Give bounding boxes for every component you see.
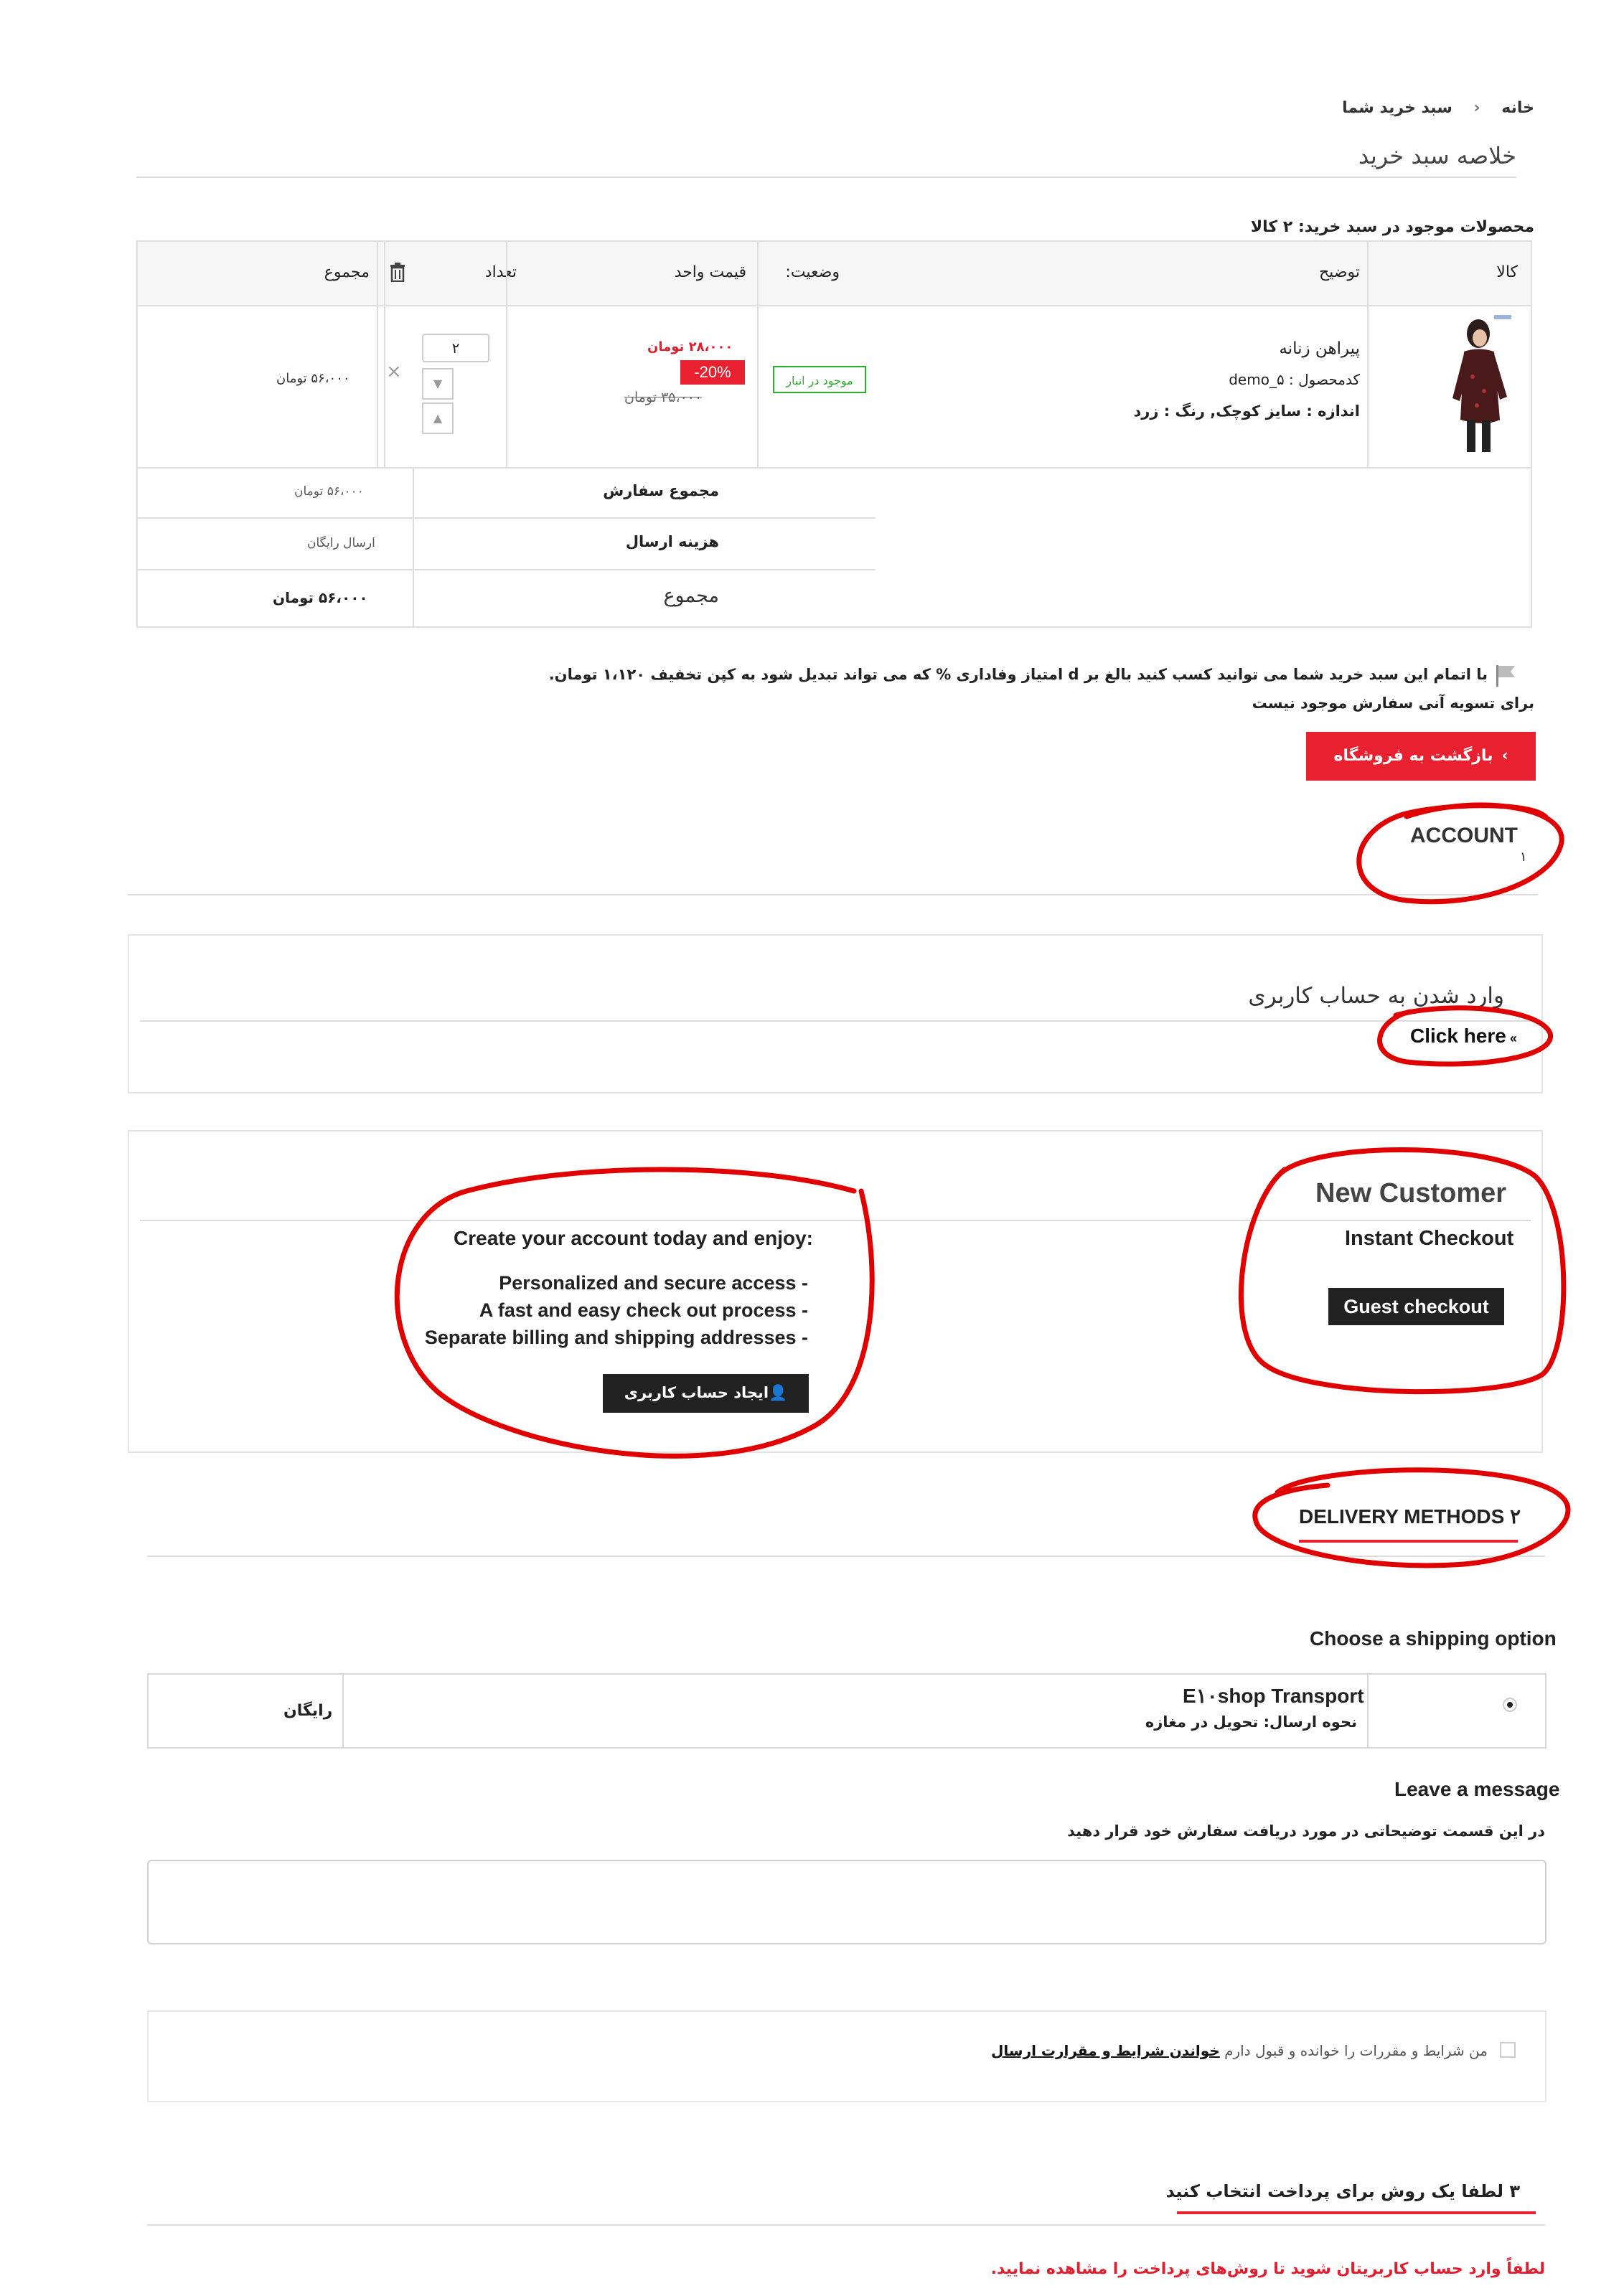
new-customer-divider bbox=[140, 1220, 1531, 1221]
instant-checkout-label: Instant Checkout bbox=[1345, 1227, 1514, 1250]
shipping-col-sep bbox=[1367, 1673, 1369, 1749]
summary-col-sep bbox=[413, 467, 414, 628]
cart-table: کالا توضیح وضعیت: قیمت واحد تعداد مجموع … bbox=[136, 240, 1532, 628]
delivery-underline bbox=[1299, 1540, 1518, 1543]
radio-dot-icon bbox=[1507, 1702, 1513, 1708]
login-panel bbox=[128, 934, 1543, 1093]
shipping-option-label: Choose a shipping option bbox=[1310, 1627, 1557, 1650]
summary-order-label: مجموع سفارش bbox=[603, 482, 719, 499]
title-divider bbox=[136, 177, 1516, 178]
voucher-text: برای تسویه آنی سفارش موجود نیست bbox=[1252, 695, 1534, 712]
summary-sep bbox=[136, 569, 876, 570]
th-total: مجموع bbox=[324, 263, 370, 281]
th-status: وضعیت: bbox=[785, 263, 840, 281]
loyalty-text: با اتمام این سبد خرید شما می توانید کسب … bbox=[548, 666, 1488, 683]
flag-icon bbox=[1495, 664, 1516, 691]
arrow-icon: « bbox=[1506, 1031, 1517, 1045]
th-unit-price: قیمت واحد bbox=[674, 263, 746, 281]
remove-item-icon[interactable]: × bbox=[386, 361, 402, 382]
chevron-left-icon: ‹ bbox=[1473, 99, 1480, 117]
price-old: ۳۵،۰۰۰ تومان bbox=[624, 390, 703, 405]
summary-total-label: مجموع bbox=[663, 585, 719, 607]
click-here-link[interactable]: Click here « bbox=[1410, 1025, 1517, 1048]
carrier-description: نحوه ارسال: تحویل در مغازه bbox=[1145, 1713, 1357, 1731]
summary-order-value: ۵۶،۰۰۰ تومان bbox=[294, 484, 364, 499]
breadcrumb: خانه ‹ سبد خرید شما bbox=[1342, 99, 1534, 117]
message-textarea[interactable] bbox=[147, 1860, 1546, 1944]
benefit-item: A fast and easy check out process - bbox=[479, 1299, 808, 1321]
account-step: ۱ bbox=[1520, 850, 1527, 865]
chevron-right-icon: › bbox=[1501, 747, 1508, 765]
back-to-shop-label: بازگشت به فروشگاه bbox=[1333, 747, 1493, 765]
guest-checkout-button[interactable]: Guest checkout bbox=[1328, 1288, 1504, 1325]
new-customer-heading: New Customer bbox=[1315, 1178, 1507, 1208]
product-attributes: اندازه : سایز کوچک, رنگ : زرد bbox=[1133, 403, 1360, 420]
product-image[interactable] bbox=[1442, 312, 1514, 459]
breadcrumb-home[interactable]: خانه bbox=[1501, 99, 1534, 117]
create-account-intro: Create your account today and enjoy: bbox=[454, 1227, 813, 1249]
cart-summary: محصولات موجود در سبد خرید: ۲ کالا bbox=[1250, 218, 1534, 236]
stock-badge: موجود در انبار bbox=[773, 366, 866, 393]
quantity-down-button[interactable]: ▼ bbox=[422, 368, 454, 400]
delivery-divider bbox=[147, 1556, 1545, 1557]
th-quantity: تعداد bbox=[484, 263, 517, 281]
carrier-name: E۱۰shop Transport bbox=[1183, 1685, 1364, 1707]
user-icon: 👤 bbox=[769, 1384, 788, 1401]
product-code: کدمحصول : demo_۵ bbox=[1229, 371, 1360, 388]
login-title: وارد شدن به حساب کاربری bbox=[1248, 983, 1504, 1009]
th-product: کالا bbox=[1496, 263, 1518, 281]
discount-badge: -20% bbox=[680, 360, 745, 385]
delivery-step: ۲ bbox=[1510, 1505, 1521, 1528]
product-name[interactable]: پیراهن زنانه bbox=[1279, 339, 1360, 358]
payment-divider bbox=[147, 2224, 1545, 2226]
line-total: ۵۶،۰۰۰ تومان bbox=[276, 371, 350, 386]
account-divider bbox=[128, 894, 1538, 895]
terms-text: من شرایط و مقررات را خوانده و قبول دارم bbox=[1224, 2042, 1488, 2059]
message-help: در این قسمت توضیحاتی در مورد دریافت سفار… bbox=[1067, 1822, 1545, 1840]
terms-row: من شرایط و مقررات را خوانده و قبول دارم … bbox=[991, 2042, 1488, 2059]
carrier-price: رایگان bbox=[283, 1702, 333, 1720]
trash-icon bbox=[389, 262, 406, 283]
payment-underline bbox=[1177, 2211, 1536, 2214]
create-account-label: ایجاد حساب کاربری bbox=[624, 1384, 769, 1401]
account-heading: ACCOUNT bbox=[1410, 824, 1518, 847]
summary-sep bbox=[136, 517, 876, 519]
annotation-circle bbox=[1356, 802, 1564, 905]
quantity-input[interactable]: ۲ bbox=[422, 334, 489, 362]
summary-total-value: ۵۶،۰۰۰ تومان bbox=[273, 589, 368, 606]
price-new: ۲۸،۰۰۰ تومان bbox=[647, 339, 733, 354]
shipping-radio[interactable] bbox=[1503, 1698, 1517, 1712]
delivery-heading: DELIVERY METHODS ۲ bbox=[1299, 1505, 1521, 1528]
login-divider bbox=[140, 1020, 1531, 1022]
th-description: توضیح bbox=[1318, 263, 1360, 281]
leave-message-label: Leave a message bbox=[1394, 1778, 1560, 1800]
page-title: خلاصه سبد خرید bbox=[1358, 142, 1516, 169]
summary-shipping-label: هزینه ارسال bbox=[625, 533, 719, 550]
benefit-item: Separate billing and shipping addresses … bbox=[424, 1327, 808, 1348]
create-account-button[interactable]: 👤ایجاد حساب کاربری bbox=[603, 1374, 809, 1413]
back-to-shop-button[interactable]: › بازگشت به فروشگاه bbox=[1306, 732, 1536, 781]
breadcrumb-current: سبد خرید شما bbox=[1342, 99, 1452, 117]
payment-warning: لطفاً وارد حساب کاربریتان شوید تا روش‌ها… bbox=[990, 2260, 1545, 2278]
terms-checkbox[interactable] bbox=[1500, 2042, 1516, 2058]
benefit-item: Personalized and secure access - bbox=[499, 1272, 808, 1294]
shipping-col-sep bbox=[342, 1673, 344, 1749]
terms-link[interactable]: خواندن شرایط و مقرارت ارسال bbox=[991, 2042, 1220, 2059]
payment-heading: ۳ لطفا یک روش برای پرداخت انتخاب کنید bbox=[1165, 2181, 1520, 2201]
caret-down-icon: ▼ bbox=[433, 377, 443, 390]
summary-shipping-value: ارسال رایگان bbox=[307, 536, 375, 550]
quantity-up-button[interactable]: ▲ bbox=[422, 403, 454, 434]
caret-up-icon: ▲ bbox=[433, 411, 443, 425]
